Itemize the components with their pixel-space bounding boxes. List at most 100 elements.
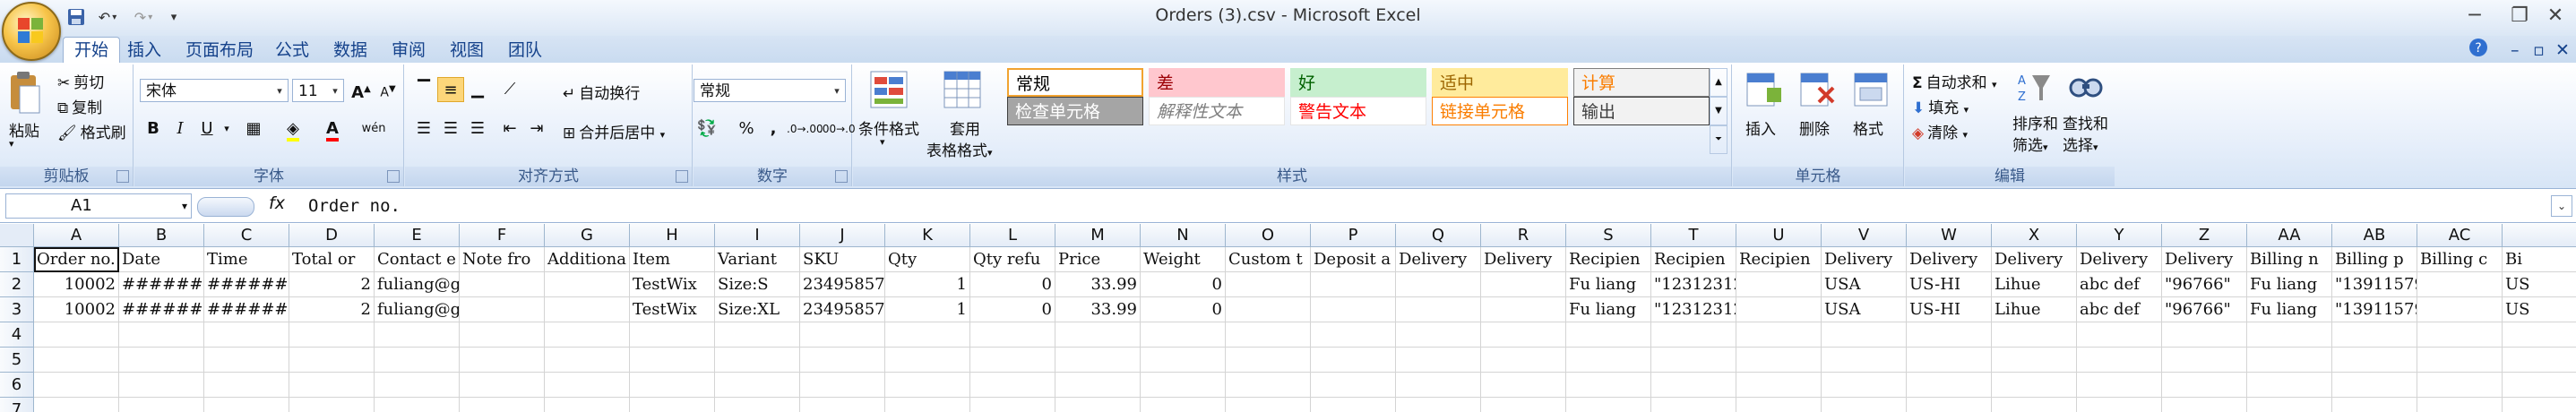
table-cell[interactable]	[1396, 322, 1481, 348]
tab-team[interactable]: 团队	[497, 38, 553, 63]
formula-bar-splitter[interactable]	[197, 197, 254, 217]
table-cell[interactable]: 23495857	[800, 297, 885, 322]
table-cell[interactable]	[1992, 373, 2077, 398]
table-cell[interactable]: Billing c	[2417, 247, 2503, 272]
ribbon-close-icon[interactable]: ✕	[2545, 38, 2576, 63]
table-cell[interactable]	[289, 322, 375, 348]
column-header[interactable]: A	[34, 224, 119, 247]
table-cell[interactable]: Fu liang	[2247, 272, 2332, 297]
table-cell[interactable]	[1992, 322, 2077, 348]
formula-input[interactable]: Order no.	[308, 193, 401, 219]
table-cell[interactable]	[1822, 348, 1907, 373]
table-cell[interactable]: Delivery	[2077, 247, 2162, 272]
table-cell[interactable]	[1226, 322, 1311, 348]
table-cell[interactable]	[1736, 297, 1822, 322]
cell-style-2[interactable]: 好	[1290, 68, 1426, 97]
table-cell[interactable]: fuliang@gmail.com	[375, 297, 460, 322]
name-box[interactable]: A1 ▾	[5, 193, 192, 219]
table-cell[interactable]	[1396, 373, 1481, 398]
table-cell[interactable]	[119, 373, 204, 398]
column-header[interactable]: Z	[2162, 224, 2247, 247]
font-name-select[interactable]: 宋体 ▾	[140, 79, 289, 102]
bold-button[interactable]: B	[140, 116, 167, 142]
table-cell[interactable]	[2332, 398, 2417, 412]
column-header[interactable]: J	[800, 224, 885, 247]
table-cell[interactable]	[630, 398, 715, 412]
table-cell[interactable]	[1311, 373, 1396, 398]
column-header[interactable]: K	[885, 224, 970, 247]
format-as-table-button[interactable]: 表格格式▾	[926, 138, 993, 160]
column-header[interactable]: N	[1141, 224, 1226, 247]
table-cell[interactable]	[1396, 348, 1481, 373]
table-cell[interactable]: US	[2503, 272, 2576, 297]
table-cell[interactable]	[375, 373, 460, 398]
align-right-icon[interactable]: ☰	[464, 116, 491, 142]
table-cell[interactable]	[1141, 348, 1226, 373]
table-cell[interactable]	[460, 398, 545, 412]
number-launcher[interactable]	[835, 170, 848, 183]
table-cell[interactable]	[715, 398, 800, 412]
table-cell[interactable]	[885, 373, 970, 398]
table-cell[interactable]: 10002	[34, 272, 119, 297]
table-cell[interactable]	[800, 322, 885, 348]
cell-style-8[interactable]: 链接单元格	[1432, 97, 1568, 125]
decrease-indent-icon[interactable]: ⇤	[496, 116, 523, 142]
column-header[interactable]: O	[1226, 224, 1311, 247]
clear-button[interactable]: ◈ 清除 ▾	[1912, 120, 1968, 142]
table-cell[interactable]	[630, 348, 715, 373]
close-icon[interactable]: ✕	[2540, 4, 2571, 29]
table-cell[interactable]	[460, 272, 545, 297]
format-cells-icon[interactable]	[1851, 70, 1891, 109]
table-cell[interactable]	[2417, 373, 2503, 398]
table-cell[interactable]	[2247, 373, 2332, 398]
column-header[interactable]: E	[375, 224, 460, 247]
row-header[interactable]: 3	[0, 297, 34, 322]
table-cell[interactable]: US-HI	[1907, 272, 1992, 297]
table-cell[interactable]: "12312312312"	[1651, 297, 1736, 322]
table-cell[interactable]	[2247, 322, 2332, 348]
table-cell[interactable]	[970, 348, 1055, 373]
find-select-button[interactable]: 选择▾	[2063, 133, 2098, 155]
table-cell[interactable]	[545, 398, 630, 412]
font-launcher[interactable]	[387, 170, 400, 183]
column-header[interactable]: C	[204, 224, 289, 247]
table-cell[interactable]: ########	[204, 272, 289, 297]
column-header[interactable]: P	[1311, 224, 1396, 247]
currency-icon[interactable]: 💱	[694, 116, 720, 142]
table-cell[interactable]: Order no.	[34, 247, 119, 272]
format-painter-button[interactable]: 🖌 格式刷	[57, 120, 126, 142]
table-cell[interactable]: Fu liang	[1566, 297, 1651, 322]
table-cell[interactable]	[970, 322, 1055, 348]
table-cell[interactable]	[1481, 322, 1566, 348]
table-cell[interactable]	[204, 373, 289, 398]
table-cell[interactable]: 23495857	[800, 272, 885, 297]
table-cell[interactable]: Delivery	[1481, 247, 1566, 272]
format-as-table-label-1[interactable]: 套用	[950, 116, 980, 139]
table-cell[interactable]	[2247, 398, 2332, 412]
autosum-button[interactable]: Σ 自动求和 ▾	[1912, 70, 1997, 92]
table-cell[interactable]	[1055, 348, 1141, 373]
table-cell[interactable]	[2417, 272, 2503, 297]
table-cell[interactable]	[1651, 373, 1736, 398]
table-cell[interactable]	[1396, 272, 1481, 297]
table-cell[interactable]: Price	[1055, 247, 1141, 272]
table-cell[interactable]: Fu liang	[1566, 272, 1651, 297]
delete-button[interactable]: 删除	[1799, 116, 1830, 139]
insert-button[interactable]: 插入	[1745, 116, 1776, 139]
cell-style-6[interactable]: 解释性文本	[1149, 97, 1285, 125]
italic-button[interactable]: I	[167, 116, 194, 142]
table-cell[interactable]	[375, 348, 460, 373]
align-middle-icon[interactable]: ≡	[437, 77, 464, 102]
table-cell[interactable]: 0	[1141, 297, 1226, 322]
borders-icon[interactable]: ▦	[240, 116, 267, 142]
table-cell[interactable]	[34, 398, 119, 412]
table-cell[interactable]	[204, 398, 289, 412]
table-cell[interactable]: Variant	[715, 247, 800, 272]
table-cell[interactable]: US	[2503, 297, 2576, 322]
column-header[interactable]: D	[289, 224, 375, 247]
table-cell[interactable]	[545, 272, 630, 297]
table-cell[interactable]	[1907, 322, 1992, 348]
cell-style-3[interactable]: 适中	[1432, 68, 1568, 97]
table-cell[interactable]: Recipien	[1651, 247, 1736, 272]
table-cell[interactable]: fuliang@gmail.com	[375, 272, 460, 297]
